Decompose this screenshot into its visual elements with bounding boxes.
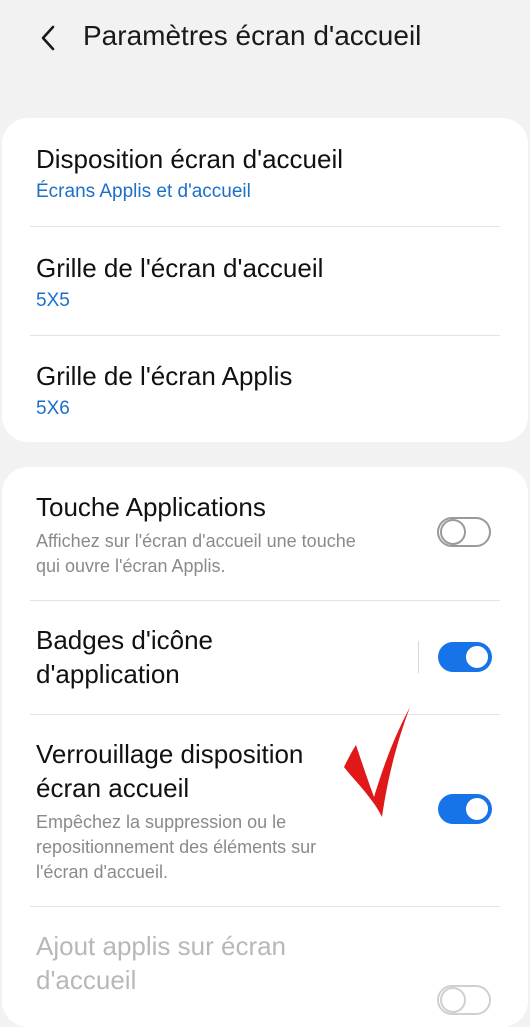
title-line: Verrouillage disposition <box>36 739 304 769</box>
chevron-left-icon <box>41 25 55 51</box>
setting-title: Disposition écran d'accueil <box>36 144 344 174</box>
setting-apps-grid[interactable]: Grille de l'écran Applis 5X6 <box>2 336 528 442</box>
setting-description: Empêchez la suppression ou le reposition… <box>36 810 416 885</box>
page-title: Paramètres écran d'accueil <box>83 20 422 51</box>
lock-layout-toggle[interactable] <box>438 794 492 824</box>
toggle-knob <box>464 644 490 670</box>
description-line: l'écran d'accueil. <box>36 862 168 882</box>
setting-title: Touche Applications <box>36 492 266 522</box>
apps-button-toggle[interactable] <box>437 517 491 547</box>
toggle-knob <box>440 987 466 1013</box>
setting-title: Ajout applis sur écran d'accueil <box>36 929 286 997</box>
header: Paramètres écran d'accueil <box>0 0 530 80</box>
back-button[interactable] <box>28 18 68 58</box>
title-line: d'application <box>36 659 180 689</box>
description-line: Empêchez la suppression ou le <box>36 812 287 832</box>
setting-home-layout[interactable]: Disposition écran d'accueil Écrans Appli… <box>2 118 528 226</box>
toggle-knob <box>464 796 490 822</box>
home-options-card: Touche Applications Affichez sur l'écran… <box>2 467 528 1027</box>
setting-title: Badges d'icône d'application <box>36 623 213 691</box>
setting-apps-button[interactable]: Touche Applications Affichez sur l'écran… <box>2 467 528 600</box>
description-line: qui ouvre l'écran Applis. <box>36 556 226 576</box>
setting-description: Affichez sur l'écran d'accueil une touch… <box>36 529 416 579</box>
title-line: d'accueil <box>36 965 137 995</box>
title-line: écran accueil <box>36 773 190 803</box>
icon-badges-toggle[interactable] <box>438 642 492 672</box>
setting-value: 5X5 <box>36 290 70 311</box>
setting-title: Verrouillage disposition écran accueil <box>36 737 303 805</box>
setting-title: Grille de l'écran d'accueil <box>36 253 324 283</box>
setting-lock-layout[interactable]: Verrouillage disposition écran accueil E… <box>2 715 528 906</box>
setting-title: Grille de l'écran Applis <box>36 361 293 391</box>
setting-icon-badges[interactable]: Badges d'icône d'application <box>2 601 528 714</box>
setting-home-grid[interactable]: Grille de l'écran d'accueil 5X5 <box>2 227 528 335</box>
vertical-separator <box>418 641 419 673</box>
title-line: Badges d'icône <box>36 625 213 655</box>
setting-value: 5X6 <box>36 398 70 419</box>
home-layout-card: Disposition écran d'accueil Écrans Appli… <box>2 118 528 442</box>
setting-add-apps-home: Ajout applis sur écran d'accueil <box>2 907 528 1027</box>
description-line: Affichez sur l'écran d'accueil une touch… <box>36 531 356 551</box>
add-apps-home-toggle <box>437 985 491 1015</box>
title-line: Ajout applis sur écran <box>36 931 287 961</box>
description-line: repositionnement des éléments sur <box>36 837 317 857</box>
toggle-knob <box>440 519 466 545</box>
setting-value: Écrans Applis et d'accueil <box>36 181 251 202</box>
